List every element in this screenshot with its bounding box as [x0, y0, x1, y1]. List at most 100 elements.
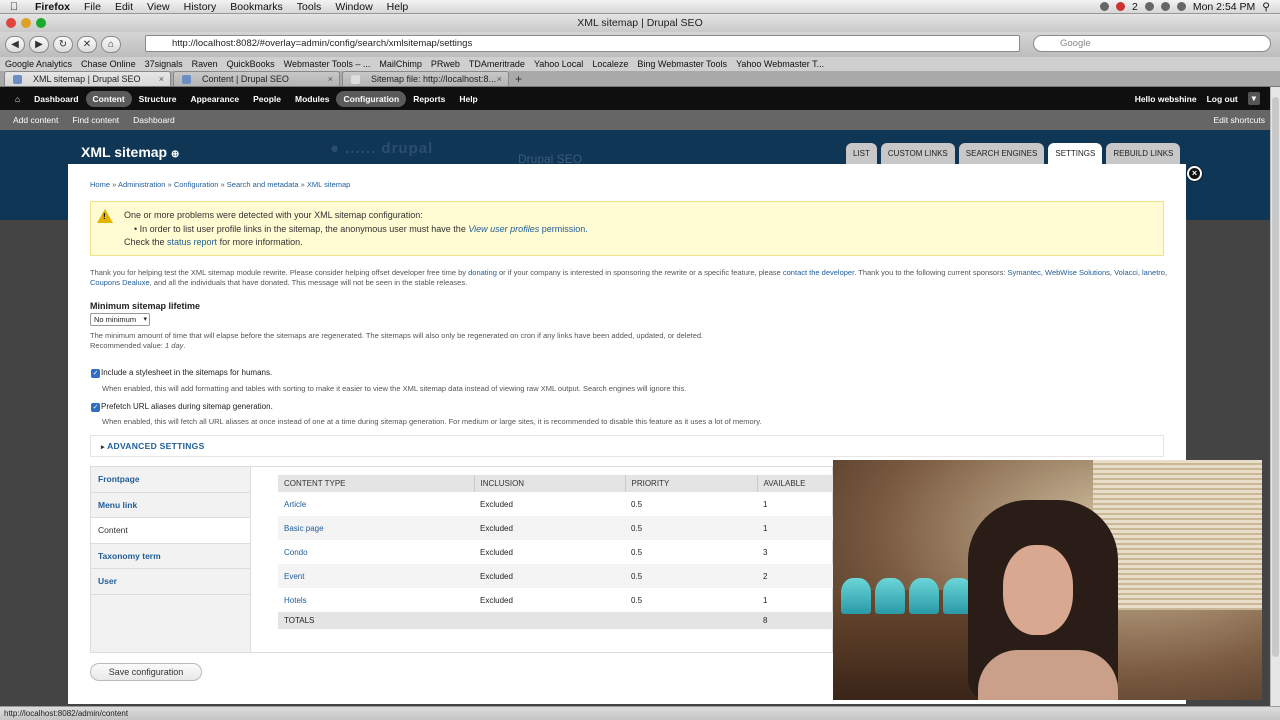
- content-type-link[interactable]: Basic page: [284, 524, 324, 533]
- menu-window[interactable]: Window: [328, 1, 379, 13]
- breadcrumb-administration[interactable]: Administration: [118, 180, 166, 189]
- close-tab-icon[interactable]: ×: [497, 72, 502, 86]
- status-report-link[interactable]: status report: [167, 237, 217, 247]
- toolbar-people[interactable]: People: [246, 91, 288, 107]
- bookmark-item[interactable]: Yahoo Webmaster T...: [736, 59, 824, 69]
- address-bar[interactable]: http://localhost:8082/#overlay=admin/con…: [145, 35, 1020, 52]
- col-inclusion[interactable]: INCLUSION: [474, 475, 626, 492]
- permission-link[interactable]: permission.: [539, 224, 588, 234]
- recording-icon[interactable]: [1100, 2, 1109, 11]
- menu-file[interactable]: File: [77, 1, 108, 13]
- content-type-link[interactable]: Hotels: [284, 596, 307, 605]
- breadcrumb-search-metadata[interactable]: Search and metadata: [227, 180, 299, 189]
- donating-link[interactable]: donating: [468, 268, 497, 277]
- menu-help[interactable]: Help: [380, 1, 416, 13]
- logout-link[interactable]: Log out: [1207, 94, 1238, 104]
- tab-custom-links[interactable]: CUSTOM LINKS: [880, 143, 955, 164]
- home-icon[interactable]: ⌂: [8, 91, 27, 107]
- shortcut-find-content[interactable]: Find content: [65, 115, 126, 125]
- close-tab-icon[interactable]: ×: [159, 72, 164, 86]
- sync-icon[interactable]: [1144, 2, 1154, 11]
- sponsor-link[interactable]: WebWise Solutions: [1045, 268, 1110, 277]
- sponsor-link[interactable]: Coupons Dealuxe: [90, 278, 150, 287]
- browser-tab[interactable]: Content | Drupal SEO ×: [173, 71, 340, 86]
- menu-app[interactable]: Firefox: [28, 1, 77, 13]
- bookmark-item[interactable]: Raven: [192, 59, 218, 69]
- toolbar-help[interactable]: Help: [452, 91, 484, 107]
- menu-bookmarks[interactable]: Bookmarks: [223, 1, 290, 13]
- vtab-content[interactable]: Content: [91, 518, 250, 544]
- forward-icon[interactable]: ▶: [29, 36, 49, 53]
- close-overlay-icon[interactable]: ×: [1187, 166, 1202, 181]
- close-window-icon[interactable]: [6, 18, 16, 28]
- sponsor-link[interactable]: Symantec: [1007, 268, 1040, 277]
- bookmark-item[interactable]: Localeze: [592, 59, 628, 69]
- content-type-link[interactable]: Condo: [284, 548, 308, 557]
- add-shortcut-icon[interactable]: ⊕: [171, 149, 179, 160]
- menu-edit[interactable]: Edit: [108, 1, 140, 13]
- shortcut-dashboard[interactable]: Dashboard: [126, 115, 182, 125]
- spotlight-icon[interactable]: ⚲: [1262, 1, 1270, 13]
- sponsor-link[interactable]: lanetro: [1142, 268, 1165, 277]
- clock[interactable]: Mon 2:54 PM: [1193, 1, 1255, 13]
- vtab-user[interactable]: User: [91, 569, 250, 595]
- breadcrumb-home[interactable]: Home: [90, 180, 110, 189]
- close-tab-icon[interactable]: ×: [328, 72, 333, 86]
- wifi-icon[interactable]: [1160, 2, 1170, 11]
- toolbar-content[interactable]: Content: [85, 90, 132, 107]
- menu-tools[interactable]: Tools: [290, 1, 329, 13]
- menu-history[interactable]: History: [177, 1, 224, 13]
- advanced-settings-label[interactable]: ADVANCED SETTINGS: [107, 441, 205, 451]
- tab-settings[interactable]: SETTINGS: [1048, 143, 1103, 165]
- bookmark-item[interactable]: MailChimp: [379, 59, 422, 69]
- toolbar-modules[interactable]: Modules: [288, 91, 336, 107]
- toggle-shortcuts-icon[interactable]: ▾: [1247, 92, 1260, 105]
- tab-search-engines[interactable]: SEARCH ENGINES: [958, 143, 1045, 164]
- toolbar-dashboard[interactable]: Dashboard: [27, 91, 85, 107]
- toolbar-structure[interactable]: Structure: [132, 91, 184, 107]
- content-type-link[interactable]: Article: [284, 500, 306, 509]
- bookmark-item[interactable]: TDAmeritrade: [469, 59, 525, 69]
- prefetch-checkbox[interactable]: ✓: [91, 403, 100, 412]
- vtab-taxonomy-term[interactable]: Taxonomy term: [91, 544, 250, 569]
- bookmark-item[interactable]: 37signals: [145, 59, 183, 69]
- bookmark-item[interactable]: Bing Webmaster Tools: [637, 59, 727, 69]
- advanced-settings-fieldset[interactable]: ▸ ADVANCED SETTINGS: [90, 435, 1164, 457]
- sponsor-link[interactable]: Volacci: [1114, 268, 1138, 277]
- bookmark-item[interactable]: Google Analytics: [5, 59, 72, 69]
- breadcrumb-xml-sitemap[interactable]: XML sitemap: [307, 180, 351, 189]
- tab-rebuild-links[interactable]: REBUILD LINKS: [1106, 143, 1181, 164]
- stylesheet-checkbox[interactable]: ✓: [91, 369, 100, 378]
- col-available[interactable]: AVAILABLE: [757, 475, 833, 492]
- bookmark-item[interactable]: QuickBooks: [227, 59, 275, 69]
- toolbar-configuration[interactable]: Configuration: [336, 90, 407, 107]
- vtab-menu-link[interactable]: Menu link: [91, 493, 250, 518]
- notification-icon[interactable]: [1116, 2, 1125, 11]
- stop-icon[interactable]: ✕: [77, 36, 97, 53]
- edit-shortcuts-link[interactable]: Edit shortcuts: [1207, 115, 1271, 125]
- content-type-link[interactable]: Event: [284, 572, 304, 581]
- breadcrumb-configuration[interactable]: Configuration: [174, 180, 219, 189]
- zoom-window-icon[interactable]: [36, 18, 46, 28]
- save-configuration-button[interactable]: Save configuration: [90, 663, 202, 681]
- minimize-window-icon[interactable]: [21, 18, 31, 28]
- bookmark-item[interactable]: Yahoo Local: [534, 59, 583, 69]
- menu-view[interactable]: View: [140, 1, 177, 13]
- bookmark-item[interactable]: Chase Online: [81, 59, 136, 69]
- bookmark-item[interactable]: Webmaster Tools – ...: [284, 59, 371, 69]
- toolbar-reports[interactable]: Reports: [406, 91, 452, 107]
- col-content-type[interactable]: CONTENT TYPE: [278, 475, 475, 492]
- prefetch-label[interactable]: Prefetch URL aliases during sitemap gene…: [101, 402, 273, 411]
- browser-tab[interactable]: Sitemap file: http://localhost:8... ×: [342, 71, 509, 86]
- back-icon[interactable]: ◀: [5, 36, 25, 53]
- search-input[interactable]: Google: [1033, 35, 1271, 52]
- browser-tab[interactable]: XML sitemap | Drupal SEO ×: [4, 71, 171, 86]
- stylesheet-label[interactable]: Include a stylesheet in the sitemaps for…: [101, 368, 272, 377]
- home-icon[interactable]: ⌂: [101, 36, 121, 53]
- scrollbar-thumb[interactable]: [1272, 97, 1279, 657]
- vtab-frontpage[interactable]: Frontpage: [91, 467, 250, 493]
- apple-icon[interactable]: : [0, 1, 28, 13]
- contact-developer-link[interactable]: contact the developer: [783, 268, 854, 277]
- bookmark-item[interactable]: PRweb: [431, 59, 460, 69]
- col-priority[interactable]: PRIORITY: [625, 475, 758, 492]
